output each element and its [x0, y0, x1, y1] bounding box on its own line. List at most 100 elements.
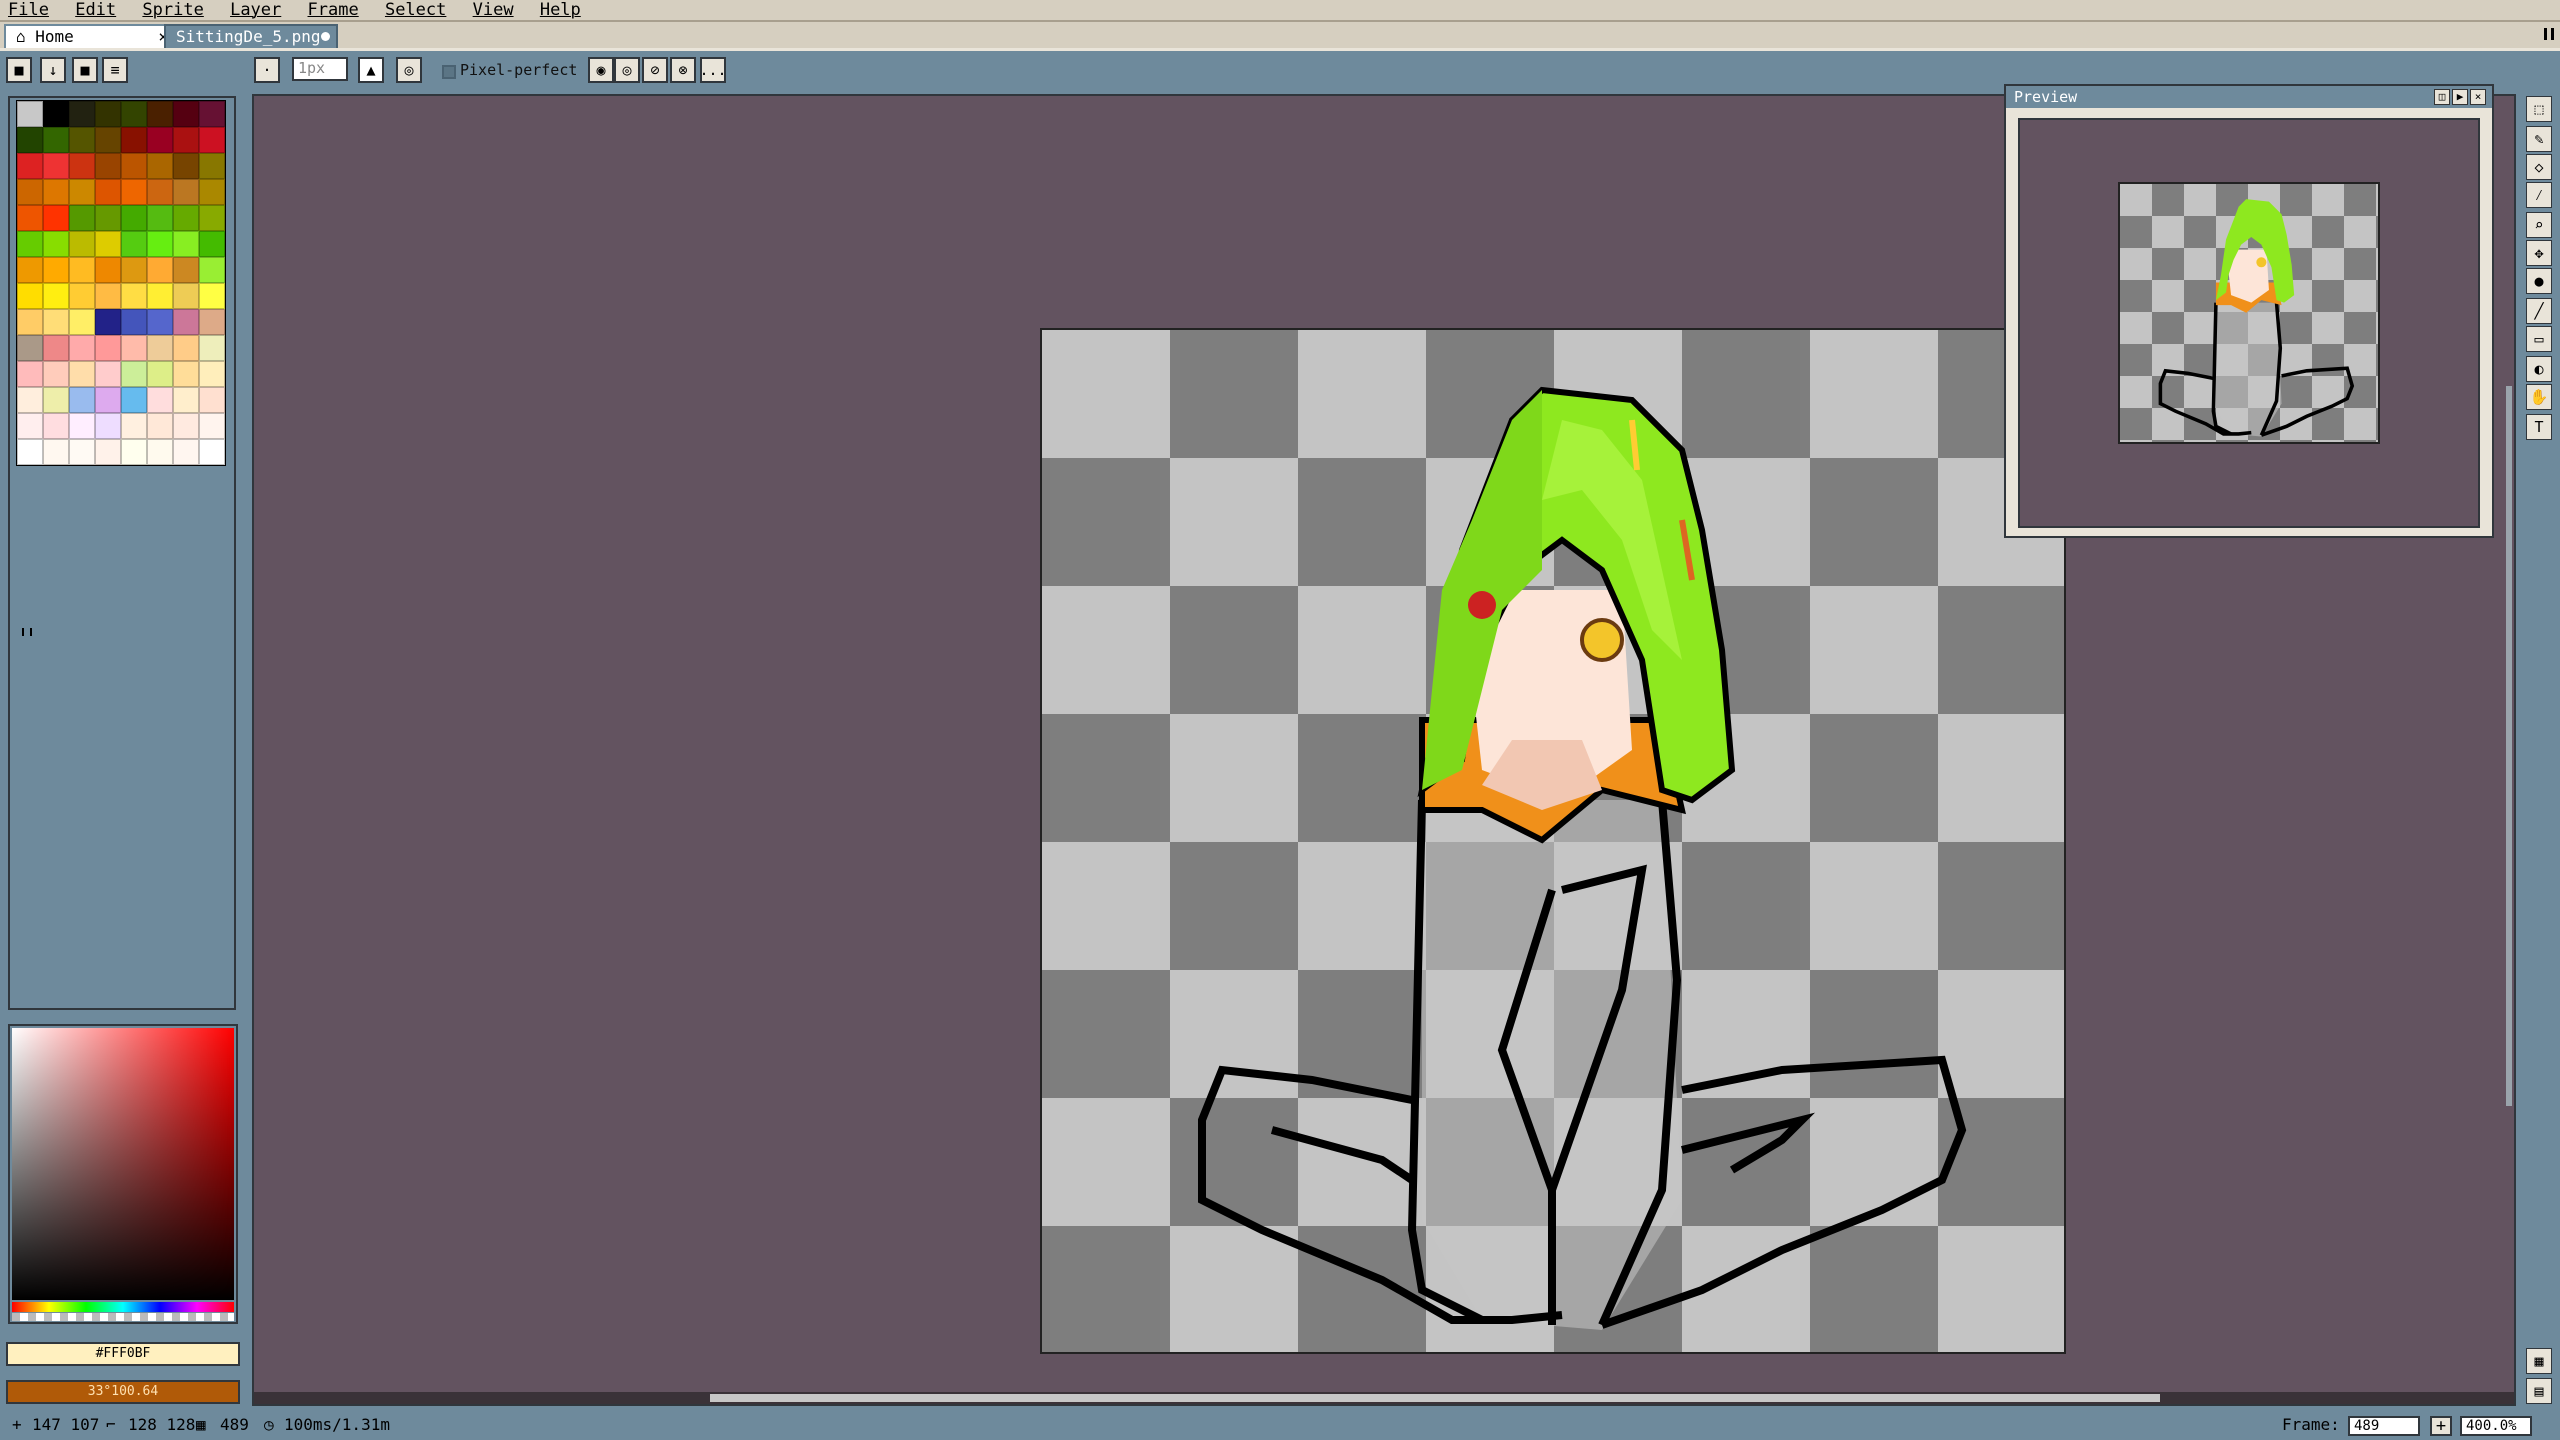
palette-swatch[interactable]: [43, 127, 69, 153]
palette-swatch[interactable]: [121, 387, 147, 413]
palette-swatch[interactable]: [147, 205, 173, 231]
palette-swatch[interactable]: [43, 413, 69, 439]
palette-swatch[interactable]: [199, 413, 225, 439]
palette-swatch[interactable]: [69, 361, 95, 387]
palette-swatch[interactable]: [173, 283, 199, 309]
palette-swatch[interactable]: [173, 231, 199, 257]
add-frame-button[interactable]: +: [2430, 1416, 2452, 1436]
tab-sprite-file[interactable]: SittingDe_5.png: [164, 24, 338, 48]
ink-shading-icon[interactable]: ⊗: [670, 57, 696, 83]
zoom-icon[interactable]: ⌕: [2526, 212, 2552, 238]
palette-swatch[interactable]: [43, 101, 69, 127]
menu-view[interactable]: View: [465, 0, 522, 20]
palette-swatch[interactable]: [95, 205, 121, 231]
palette-swatch[interactable]: [95, 309, 121, 335]
palette-swatch[interactable]: [69, 127, 95, 153]
palette-swatch[interactable]: [43, 205, 69, 231]
palette-swatch[interactable]: [147, 361, 173, 387]
rectangle-icon[interactable]: ▭: [2526, 326, 2552, 352]
palette-swatch[interactable]: [121, 101, 147, 127]
foreground-color-button[interactable]: #FFF0BF: [6, 1342, 240, 1366]
palette-swatch[interactable]: [17, 153, 43, 179]
palette-swatch[interactable]: [199, 205, 225, 231]
ink-alpha-icon[interactable]: ◎: [614, 57, 640, 83]
line-icon[interactable]: ╱: [2526, 298, 2552, 324]
palette-swatch[interactable]: [17, 283, 43, 309]
horizontal-scrollbar[interactable]: [254, 1392, 2514, 1404]
scroll-thumb[interactable]: [2506, 386, 2512, 1106]
palette-swatch[interactable]: [95, 153, 121, 179]
palette-swatch[interactable]: [95, 127, 121, 153]
palette-swatch[interactable]: [147, 153, 173, 179]
palette-swatch[interactable]: [17, 387, 43, 413]
palette-options-icon[interactable]: [22, 628, 32, 636]
palette-swatch[interactable]: [121, 413, 147, 439]
palette-swatch[interactable]: [173, 101, 199, 127]
preview-play-icon[interactable]: ▶: [2452, 89, 2468, 105]
palette-swatch[interactable]: [43, 179, 69, 205]
palette-swatch[interactable]: [199, 309, 225, 335]
menu-help[interactable]: Help: [532, 0, 589, 20]
brush-size-input[interactable]: 1px: [292, 57, 348, 81]
stop-icon[interactable]: ■: [72, 57, 98, 83]
palette-swatch[interactable]: [147, 231, 173, 257]
frame-input[interactable]: 489: [2348, 1416, 2420, 1436]
lock-icon[interactable]: ■: [6, 57, 32, 83]
move-icon[interactable]: ✥: [2526, 240, 2552, 266]
palette-swatch[interactable]: [147, 309, 173, 335]
menu-edit[interactable]: Edit: [67, 0, 124, 20]
palette-swatch[interactable]: [147, 283, 173, 309]
palette-swatch[interactable]: [43, 153, 69, 179]
palette-swatch[interactable]: [69, 153, 95, 179]
palette-swatch[interactable]: [199, 231, 225, 257]
palette-swatch[interactable]: [121, 335, 147, 361]
close-icon[interactable]: ×: [2470, 89, 2486, 105]
palette-swatch[interactable]: [69, 439, 95, 465]
palette-swatch[interactable]: [199, 101, 225, 127]
palette-swatch[interactable]: [43, 387, 69, 413]
palette-swatch[interactable]: [121, 309, 147, 335]
palette-swatch[interactable]: [147, 257, 173, 283]
palette-swatch[interactable]: [43, 309, 69, 335]
saturation-value-picker[interactable]: [12, 1028, 234, 1300]
palette-swatch[interactable]: [121, 127, 147, 153]
palette-swatch[interactable]: [199, 361, 225, 387]
pencil-icon[interactable]: ✎: [2526, 126, 2552, 152]
palette-swatch[interactable]: [69, 309, 95, 335]
palette-swatch[interactable]: [69, 205, 95, 231]
palette-swatch[interactable]: [43, 257, 69, 283]
palette-swatch[interactable]: [199, 127, 225, 153]
palette-swatch[interactable]: [69, 335, 95, 361]
brush-angle-icon[interactable]: ◎: [396, 57, 422, 83]
palette-swatch[interactable]: [173, 309, 199, 335]
palette-swatch[interactable]: [121, 205, 147, 231]
ink-simple-icon[interactable]: ◉: [588, 57, 614, 83]
palette-swatch[interactable]: [173, 335, 199, 361]
fill-icon[interactable]: ●: [2526, 268, 2552, 294]
preview-mode-icon[interactable]: ◫: [2434, 89, 2450, 105]
palette-swatch[interactable]: [199, 179, 225, 205]
palette-swatch[interactable]: [43, 439, 69, 465]
palette-swatch[interactable]: [69, 413, 95, 439]
eraser-icon[interactable]: ◇: [2526, 154, 2552, 180]
palette-swatch[interactable]: [199, 153, 225, 179]
background-color-button[interactable]: 33°100.64: [6, 1380, 240, 1404]
palette-swatch[interactable]: [17, 127, 43, 153]
palette-swatch[interactable]: [121, 439, 147, 465]
palette-swatch[interactable]: [43, 361, 69, 387]
palette-swatch[interactable]: [173, 257, 199, 283]
palette-swatch[interactable]: [95, 179, 121, 205]
palette-swatch[interactable]: [95, 231, 121, 257]
palette-swatch[interactable]: [173, 179, 199, 205]
palette-swatch[interactable]: [69, 179, 95, 205]
layers-icon[interactable]: ▤: [2526, 1378, 2552, 1404]
palette-swatch[interactable]: [69, 101, 95, 127]
timeline-icon[interactable]: ▦: [2526, 1348, 2552, 1374]
ink-lock-icon[interactable]: ⊘: [642, 57, 668, 83]
list-icon[interactable]: ≡: [102, 57, 128, 83]
palette-swatch[interactable]: [173, 361, 199, 387]
palette-swatch[interactable]: [17, 257, 43, 283]
palette-swatch[interactable]: [69, 283, 95, 309]
palette-swatch[interactable]: [43, 335, 69, 361]
palette-swatch[interactable]: [199, 387, 225, 413]
